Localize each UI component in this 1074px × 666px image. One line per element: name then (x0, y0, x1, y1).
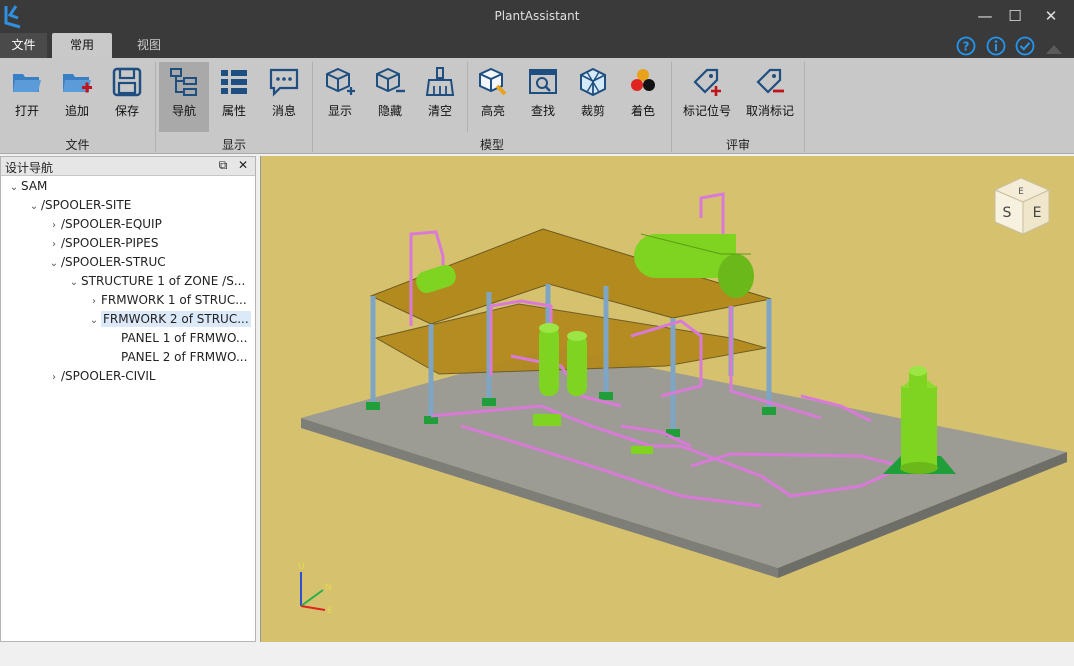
plant-3d-model[interactable] (261, 156, 1074, 642)
ribbon: 打开 追加 保存 文件 导航 属性 消息 显示 显示 隐藏 清空 高亮 查找 裁… (0, 58, 1074, 154)
mark-tag-button[interactable]: 标记位号 (677, 62, 737, 132)
info-icon[interactable] (986, 36, 1006, 56)
collapse-ribbon-icon[interactable] (1044, 39, 1064, 59)
tree-node[interactable]: ›/SPOOLER-PIPES (47, 234, 158, 253)
navigate-button[interactable]: 导航 (159, 62, 209, 132)
window-title: PlantAssistant (494, 9, 580, 23)
tree-node[interactable]: ⌄ SAM (7, 177, 48, 197)
panel-header: 设计导航 ⧉ ✕ (1, 157, 255, 176)
chevron-right-icon[interactable]: › (47, 368, 61, 387)
design-navigation-panel: 设计导航 ⧉ ✕ ⌄ SAM ⌄/SPOOLER-SITE ›/SPOOLER-EQU… (0, 156, 256, 642)
tree-node[interactable]: ⌄ FRMWORK 2 of STRUC... (87, 310, 251, 329)
group-label-file: 文件 (65, 138, 90, 152)
colorize-button[interactable]: 着色 (619, 62, 667, 132)
axis-north-label: N (325, 583, 332, 593)
help-icon[interactable]: ? (956, 36, 976, 56)
group-label-display: 显示 (221, 138, 246, 152)
clip-button[interactable]: 裁剪 (569, 62, 617, 132)
tree-node-label: /SPOOLER-CIVIL (61, 369, 156, 383)
properties-button[interactable]: 属性 (210, 62, 258, 132)
chevron-right-icon[interactable]: › (47, 235, 61, 254)
clear-button[interactable]: 清空 (416, 62, 464, 132)
panel-title: 设计导航 (5, 161, 54, 175)
view-cube-south-label: S (1003, 205, 1012, 221)
clip-box-icon (580, 67, 606, 97)
tree-node-label: STRUCTURE 1 of ZONE /S... (81, 274, 246, 288)
color-palette-icon (631, 69, 655, 91)
tab-file[interactable]: 文件 (0, 33, 47, 58)
tree-node-label: SAM (21, 179, 48, 193)
search-window-icon (529, 69, 557, 94)
open-button[interactable]: 打开 (3, 62, 51, 132)
axis-east-label: E (327, 606, 333, 614)
chevron-right-icon[interactable]: › (47, 216, 61, 235)
find-button[interactable]: 查找 (519, 62, 567, 132)
group-label-review: 评审 (725, 138, 750, 152)
tree-node-label: FRMWORK 1 of STRUC... (101, 293, 247, 307)
3d-viewport[interactable]: E S E U N E (260, 156, 1074, 642)
chevron-down-icon[interactable]: ⌄ (87, 311, 101, 330)
tree-node-label: /SPOOLER-PIPES (61, 236, 159, 250)
minimize-button[interactable]: — (970, 5, 1000, 27)
axis-triad: U N E (298, 562, 333, 614)
status-bar (0, 642, 1074, 666)
tree-node[interactable]: ⌄ STRUCTURE 1 of ZONE /S... (67, 272, 245, 291)
tree-node-label: /SPOOLER-EQUIP (61, 217, 162, 231)
view-cube[interactable]: E S E (987, 172, 1057, 242)
svg-text:?: ? (963, 40, 970, 54)
tree-node-label: /SPOOLER-SITE (41, 198, 132, 212)
tree-node[interactable]: ⌄/SPOOLER-SITE (27, 196, 132, 216)
ribbon-separator (804, 62, 805, 152)
tree-node[interactable]: PANEL 2 of FRMWO... (107, 348, 247, 367)
tree-node[interactable]: ›/SPOOLER-CIVIL (47, 367, 156, 386)
message-icon (269, 68, 299, 97)
tag-remove-icon (756, 68, 784, 94)
chevron-down-icon[interactable]: ⌄ (7, 178, 21, 197)
axis-up-label: U (298, 562, 305, 572)
tree-node[interactable]: ›/SPOOLER-EQUIP (47, 215, 162, 234)
plantassistant-window: PlantAssistant — ☐ ✕ 文件 常用 视图 ? 打开 追加 保存… (0, 0, 1074, 666)
panel-close-icon[interactable]: ✕ (235, 158, 251, 172)
cube-highlight-icon (479, 67, 507, 96)
cube-remove-icon (376, 67, 405, 93)
cube-add-icon (326, 67, 355, 95)
hide-button[interactable]: 隐藏 (366, 62, 414, 132)
chevron-down-icon[interactable]: ⌄ (27, 197, 41, 216)
group-label-model: 模型 (479, 138, 504, 152)
save-icon (112, 67, 142, 97)
pin-icon[interactable]: ⧉ (215, 158, 231, 173)
tag-add-icon (693, 68, 721, 96)
messages-button[interactable]: 消息 (260, 62, 308, 132)
view-cube-top-label: E (1018, 187, 1024, 197)
folder-add-icon (63, 74, 92, 93)
ribbon-tab-row: 文件 常用 视图 ? (0, 33, 1074, 58)
tree-node-label: PANEL 2 of FRMWO... (121, 350, 248, 364)
unmark-button[interactable]: 取消标记 (740, 62, 800, 132)
add-button[interactable]: 追加 (53, 62, 101, 132)
tab-view[interactable]: 视图 (122, 33, 176, 58)
save-button[interactable]: 保存 (103, 62, 151, 132)
folder-open-icon (13, 74, 41, 92)
view-cube-east-label: E (1033, 205, 1042, 221)
highlight-button[interactable]: 高亮 (469, 62, 517, 132)
tree-navigation-icon (170, 68, 197, 96)
tree-node-label: FRMWORK 2 of STRUC... (101, 311, 251, 327)
maximize-button[interactable]: ☐ (1000, 5, 1030, 27)
properties-list-icon (221, 70, 247, 94)
tab-common[interactable]: 常用 (52, 33, 112, 58)
chevron-right-icon[interactable]: › (87, 292, 101, 311)
title-bar: PlantAssistant — ☐ ✕ (0, 0, 1074, 33)
chevron-down-icon[interactable]: ⌄ (47, 254, 61, 273)
tree-node[interactable]: › FRMWORK 1 of STRUC... (87, 291, 247, 310)
tree-node-label: /SPOOLER-STRUC (61, 255, 166, 269)
close-button[interactable]: ✕ (1036, 5, 1066, 27)
tree-node-label: PANEL 1 of FRMWO... (121, 331, 248, 345)
tree-node[interactable]: PANEL 1 of FRMWO... (107, 329, 247, 348)
tree-node[interactable]: ⌄/SPOOLER-STRUC (47, 253, 166, 272)
check-icon[interactable] (1015, 36, 1035, 56)
ribbon-separator (467, 62, 468, 132)
broom-icon (425, 67, 455, 96)
show-button[interactable]: 显示 (316, 62, 364, 132)
chevron-down-icon[interactable]: ⌄ (67, 273, 81, 292)
